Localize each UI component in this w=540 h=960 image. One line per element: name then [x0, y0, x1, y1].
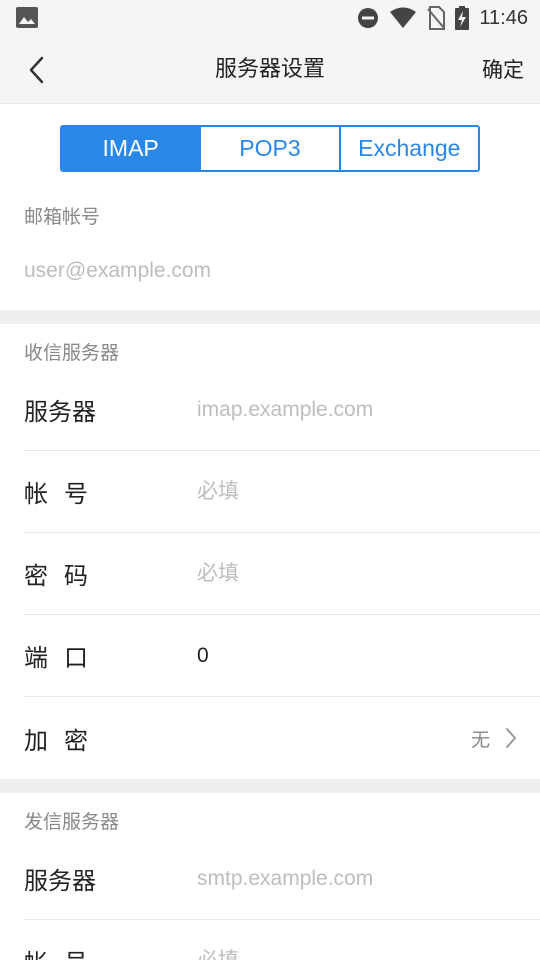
incoming-port-label: 端口: [24, 644, 104, 672]
email-input[interactable]: [24, 252, 516, 290]
incoming-account-label: 帐号: [24, 480, 104, 508]
incoming-password-input[interactable]: [197, 553, 540, 594]
dnd-icon: [358, 8, 379, 28]
protocol-tabs: IMAP POP3 Exchange: [60, 125, 480, 172]
incoming-encryption-value: 无: [470, 728, 490, 751]
tab-pop3[interactable]: POP3: [199, 127, 339, 170]
outgoing-account-label: 帐号: [24, 943, 197, 960]
clock: 11:46: [479, 6, 528, 29]
outgoing-section-label: 发信服务器: [24, 811, 120, 833]
outgoing-account-input[interactable]: [197, 940, 540, 960]
incoming-server-row: 服务器: [24, 369, 540, 451]
incoming-encryption-row[interactable]: 加密 无: [24, 697, 540, 779]
section-divider: [0, 779, 540, 793]
email-account-label: 邮箱帐号: [24, 206, 101, 228]
incoming-port-input[interactable]: 0: [197, 644, 540, 668]
gallery-icon: [16, 7, 38, 28]
incoming-password-label: 密码: [24, 562, 104, 590]
section-divider: [0, 310, 540, 324]
battery-charging-icon: [455, 6, 470, 30]
chevron-right-icon: [506, 728, 516, 748]
page-title: 服务器设置: [214, 57, 325, 82]
wifi-icon: [390, 7, 417, 28]
nav-bar: 服务器设置 确定: [0, 36, 540, 104]
incoming-encryption-label: 加密: [24, 726, 104, 755]
incoming-account-row: 帐号: [24, 451, 540, 533]
tab-exchange[interactable]: Exchange: [338, 127, 478, 170]
outgoing-server-label: 服务器: [24, 867, 96, 895]
outgoing-server-input[interactable]: [197, 858, 540, 899]
incoming-server-label: 服务器: [24, 398, 96, 426]
outgoing-account-row: 帐号: [24, 920, 540, 960]
tab-imap[interactable]: IMAP: [62, 127, 200, 170]
no-sim-icon: [427, 6, 446, 30]
outgoing-server-row: 服务器: [24, 838, 540, 920]
confirm-button[interactable]: 确定: [482, 36, 524, 104]
incoming-section-label: 收信服务器: [24, 342, 120, 364]
incoming-account-input[interactable]: [197, 471, 540, 512]
incoming-server-input[interactable]: [197, 389, 540, 430]
incoming-password-row: 密码: [24, 533, 540, 615]
status-bar: 11:46: [0, 0, 540, 36]
incoming-port-row: 端口 0: [24, 615, 540, 697]
